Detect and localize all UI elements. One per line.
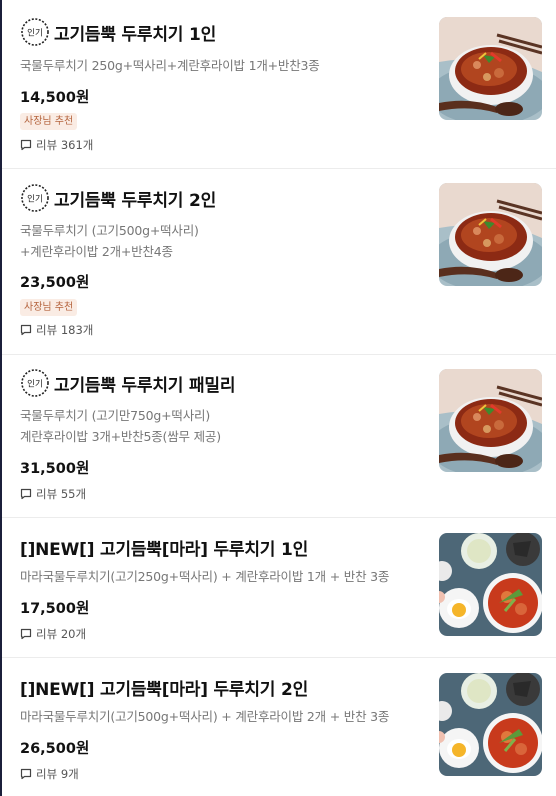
menu-item[interactable]: []NEW[] 고기듬뿍[마라] 두루치기 2인 마라국물두루치기(고기500g… bbox=[2, 658, 556, 796]
menu-item-photo[interactable] bbox=[439, 183, 542, 286]
menu-item-title: []NEW[] 고기듬뿍[마라] 두루치기 2인 bbox=[20, 680, 309, 700]
review-count[interactable]: 리뷰 55개 bbox=[20, 486, 86, 502]
menu-item-description: 국물두루치기 (고기500g+떡사리) +계란후라이밥 2개+반찬4종 bbox=[20, 220, 199, 262]
menu-item-photo[interactable] bbox=[439, 673, 542, 776]
menu-item-title-row: 인기 고기듬뿍 두루치기 1인 bbox=[20, 17, 216, 47]
description-line: +계란후라이밥 2개+반찬4종 bbox=[20, 244, 173, 259]
menu-item[interactable]: 인기 고기듬뿍 두루치기 패밀리 국물두루치기 (고기만750g+떡사리) 계란… bbox=[2, 355, 556, 518]
description-line: 국물두루치기 250g+떡사리+계란후라이밥 1개+반찬3종 bbox=[20, 58, 320, 73]
description-line: 국물두루치기 (고기500g+떡사리) bbox=[20, 223, 199, 238]
owner-recommend-tag: 사장님 추천 bbox=[20, 299, 78, 316]
description-line: 국물두루치기 (고기만750g+떡사리) bbox=[20, 408, 210, 423]
popular-badge-text: 인기 bbox=[27, 194, 43, 205]
review-count-label: 리뷰 183개 bbox=[36, 323, 94, 337]
menu-item-description: 국물두루치기 (고기만750g+떡사리) 계란후라이밥 3개+반찬5종(쌈무 제… bbox=[20, 405, 221, 447]
menu-item-description: 마라국물두루치기(고기500g+떡사리) + 계란후라이밥 2개 + 반찬 3종 bbox=[20, 706, 389, 727]
popular-badge-text: 인기 bbox=[27, 379, 43, 390]
menu-item-description: 마라국물두루치기(고기250g+떡사리) + 계란후라이밥 1개 + 반찬 3종 bbox=[20, 566, 389, 587]
description-line: 계란후라이밥 3개+반찬5종(쌈무 제공) bbox=[20, 429, 221, 444]
menu-item-title-row: 인기 고기듬뿍 두루치기 패밀리 bbox=[20, 368, 235, 398]
mala-set-photo bbox=[439, 533, 542, 636]
menu-item[interactable]: 인기 고기듬뿍 두루치기 1인 국물두루치기 250g+떡사리+계란후라이밥 1… bbox=[2, 0, 556, 169]
menu-item-photo[interactable] bbox=[439, 369, 542, 472]
comment-icon bbox=[20, 139, 32, 151]
mala-set-photo bbox=[439, 673, 542, 776]
menu-list: 인기 고기듬뿍 두루치기 1인 국물두루치기 250g+떡사리+계란후라이밥 1… bbox=[2, 0, 556, 796]
menu-item-price: 17,500원 bbox=[20, 601, 90, 617]
menu-item-photo[interactable] bbox=[439, 17, 542, 120]
menu-item-price: 26,500원 bbox=[20, 741, 90, 757]
jeyuk-bowl-photo bbox=[439, 183, 542, 286]
menu-item[interactable]: 인기 고기듬뿍 두루치기 2인 국물두루치기 (고기500g+떡사리) +계란후… bbox=[2, 169, 556, 355]
menu-item-title: 고기듬뿍 두루치기 2인 bbox=[54, 190, 217, 211]
menu-item-price: 31,500원 bbox=[20, 461, 90, 477]
menu-item-photo[interactable] bbox=[439, 533, 542, 636]
popular-badge-icon: 인기 bbox=[21, 184, 49, 212]
review-count[interactable]: 리뷰 9개 bbox=[20, 766, 79, 782]
comment-icon bbox=[20, 628, 32, 640]
review-count[interactable]: 리뷰 361개 bbox=[20, 137, 93, 153]
popular-badge-text: 인기 bbox=[27, 28, 43, 39]
menu-item-description: 국물두루치기 250g+떡사리+계란후라이밥 1개+반찬3종 bbox=[20, 55, 320, 76]
jeyuk-bowl-photo bbox=[439, 17, 542, 120]
popular-badge-icon: 인기 bbox=[21, 369, 49, 397]
menu-item-title-row: []NEW[] 고기듬뿍[마라] 두루치기 1인 bbox=[20, 535, 308, 560]
review-count[interactable]: 리뷰 183개 bbox=[20, 322, 93, 338]
review-count[interactable]: 리뷰 20개 bbox=[20, 626, 86, 642]
review-count-label: 리뷰 361개 bbox=[36, 138, 94, 152]
menu-item-price: 14,500원 bbox=[20, 90, 90, 106]
menu-item-title-row: 인기 고기듬뿍 두루치기 2인 bbox=[20, 183, 216, 213]
description-line: 마라국물두루치기(고기500g+떡사리) + 계란후라이밥 2개 + 반찬 3종 bbox=[20, 709, 390, 724]
menu-item[interactable]: []NEW[] 고기듬뿍[마라] 두루치기 1인 마라국물두루치기(고기250g… bbox=[2, 518, 556, 658]
description-line: 마라국물두루치기(고기250g+떡사리) + 계란후라이밥 1개 + 반찬 3종 bbox=[20, 569, 390, 584]
review-count-label: 리뷰 9개 bbox=[36, 767, 79, 781]
menu-item-price: 23,500원 bbox=[20, 275, 90, 291]
menu-item-title: 고기듬뿍 두루치기 1인 bbox=[54, 24, 217, 45]
comment-icon bbox=[20, 488, 32, 500]
menu-item-title-row: []NEW[] 고기듬뿍[마라] 두루치기 2인 bbox=[20, 675, 308, 700]
menu-item-title: []NEW[] 고기듬뿍[마라] 두루치기 1인 bbox=[20, 540, 309, 560]
review-count-label: 리뷰 20개 bbox=[36, 627, 87, 641]
review-count-label: 리뷰 55개 bbox=[36, 487, 87, 501]
comment-icon bbox=[20, 324, 32, 336]
jeyuk-bowl-photo bbox=[439, 369, 542, 472]
comment-icon bbox=[20, 768, 32, 780]
owner-recommend-tag: 사장님 추천 bbox=[20, 113, 78, 130]
popular-badge-icon: 인기 bbox=[21, 18, 49, 46]
menu-item-title: 고기듬뿍 두루치기 패밀리 bbox=[54, 375, 236, 396]
